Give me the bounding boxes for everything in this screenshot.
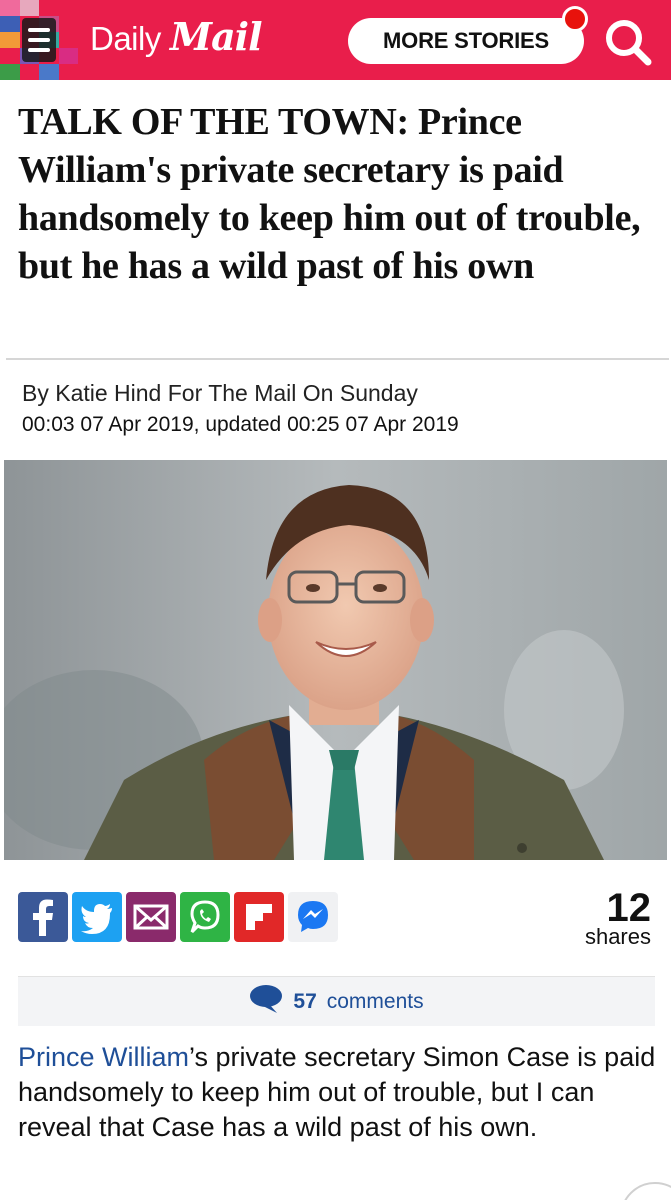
comment-label[interactable]: comments (327, 990, 424, 1014)
twitter-icon[interactable] (72, 892, 122, 942)
email-icon[interactable] (126, 892, 176, 942)
floating-button[interactable] (620, 1182, 671, 1200)
whatsapp-icon[interactable] (180, 892, 230, 942)
menu-button[interactable] (0, 0, 78, 80)
article-body: Prince William’s private secretary Simon… (18, 1040, 658, 1145)
comment-bubble-icon (249, 984, 283, 1019)
search-icon[interactable] (598, 14, 658, 70)
comments-link[interactable]: 57 comments (18, 976, 655, 1026)
headline-divider (6, 358, 669, 360)
top-bar: Daily Mail MORE STORIES (0, 0, 671, 80)
logo-mail-text[interactable]: Mail (170, 14, 263, 59)
notification-dot (562, 6, 588, 32)
dateline: 00:03 07 Apr 2019, updated 00:25 07 Apr … (22, 413, 459, 436)
comment-count[interactable]: 57 (293, 990, 316, 1014)
more-stories-button[interactable]: MORE STORIES (348, 18, 584, 64)
article-photo[interactable] (4, 460, 667, 860)
article-headline: TALK OF THE TOWN: Prince William's priva… (18, 101, 641, 287)
flipboard-icon[interactable] (234, 892, 284, 942)
hamburger-menu-icon[interactable] (22, 18, 56, 62)
prince-william-link[interactable]: Prince William (18, 1042, 189, 1072)
logo-daily-text[interactable]: Daily (90, 20, 161, 58)
messenger-icon[interactable] (288, 892, 338, 942)
share-count-label: shares (584, 924, 651, 949)
facebook-icon[interactable] (18, 892, 68, 942)
byline[interactable]: By Katie Hind For The Mail On Sunday (22, 380, 418, 407)
